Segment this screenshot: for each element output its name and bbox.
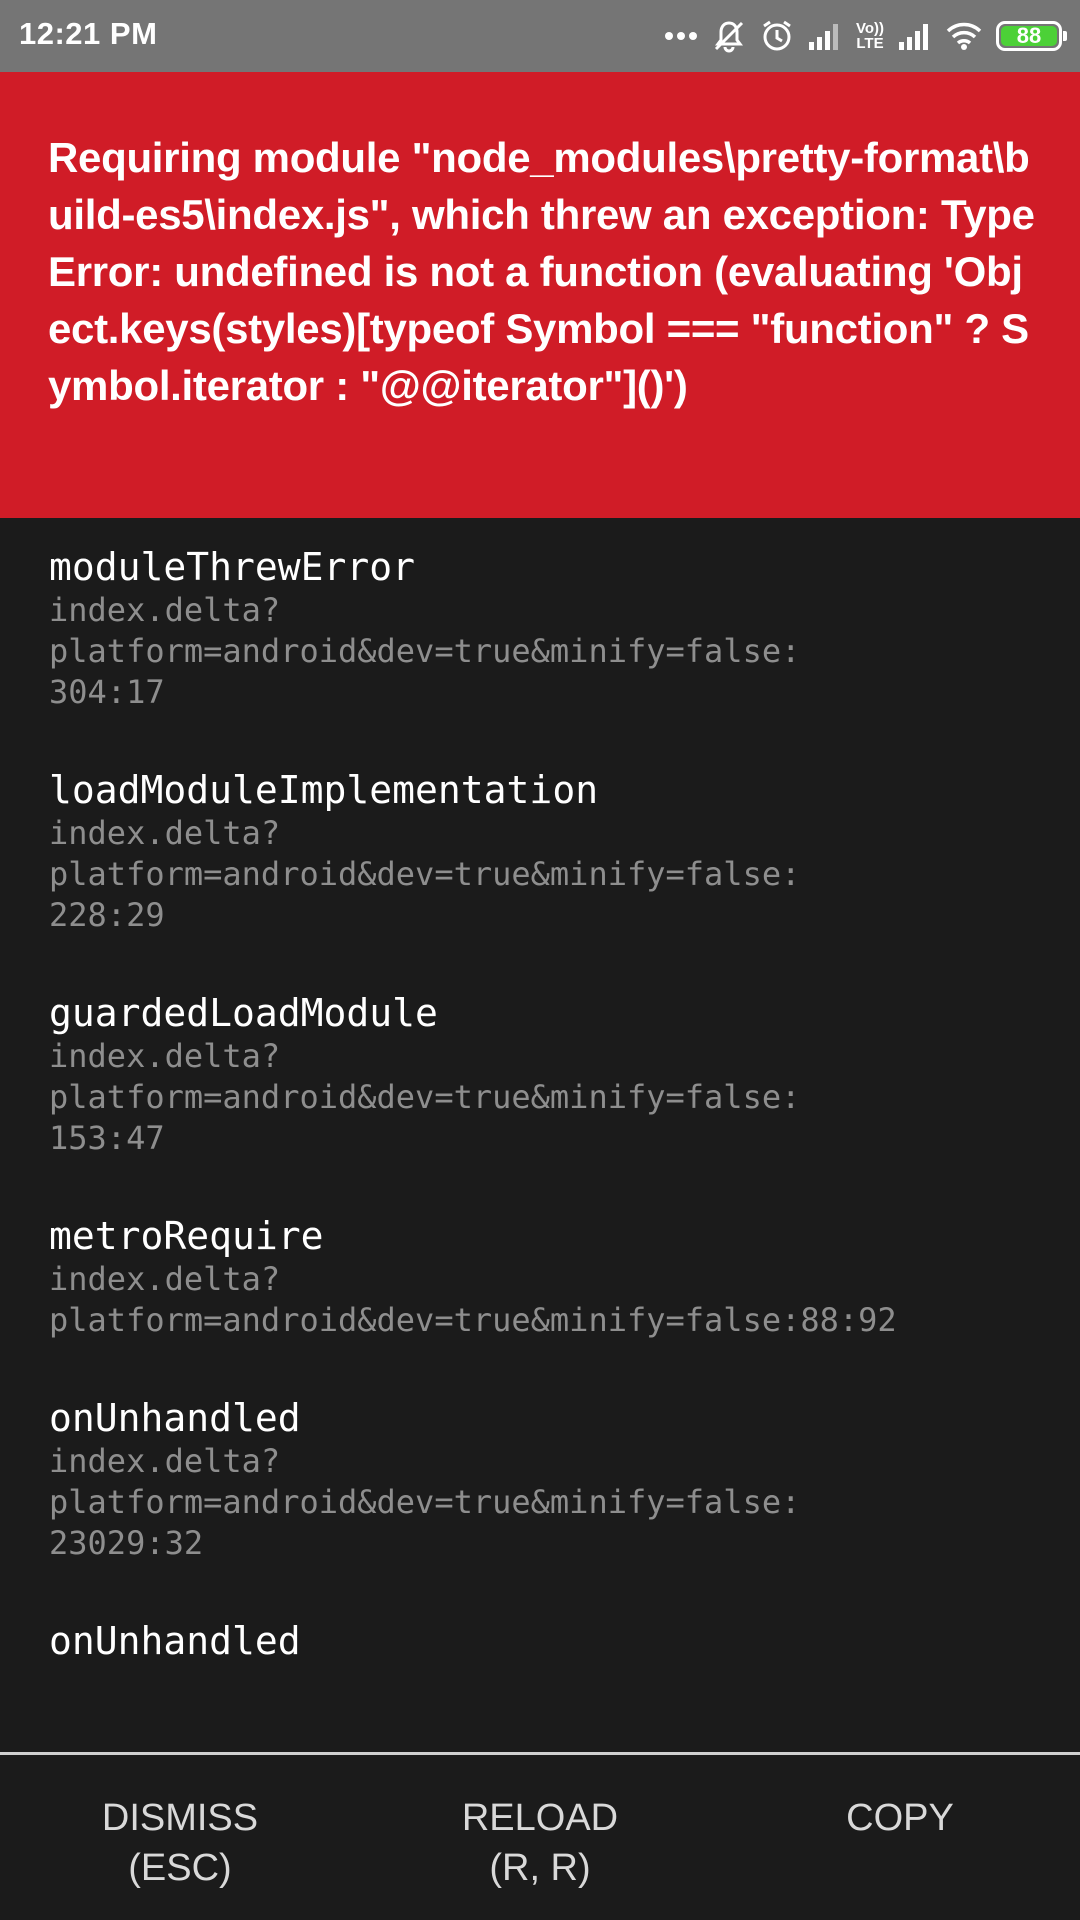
stack-frame-method: loadModuleImplementation — [49, 768, 599, 812]
error-header: Requiring module "node_modules\pretty-fo… — [0, 72, 1080, 518]
stack-frame-method: onUnhandled — [49, 1396, 301, 1440]
stack-frame-method: onUnhandled — [49, 1619, 301, 1663]
signal-icon — [898, 22, 932, 50]
stack-frame[interactable]: onUnhandled index.delta? platform=androi… — [49, 1395, 1040, 1564]
signal-icon — [808, 22, 842, 50]
reload-button[interactable]: RELOAD (R, R) — [360, 1755, 720, 1920]
alarm-icon — [760, 19, 794, 53]
stack-frame-method: metroRequire — [49, 1214, 324, 1258]
dismiss-button[interactable]: DISMISS (ESC) — [0, 1755, 360, 1920]
stack-frame-location: index.delta? platform=android&dev=true&m… — [49, 1442, 801, 1562]
stack-frame-method: moduleThrewError — [49, 545, 416, 589]
volte-label-top: Vo)) — [855, 20, 884, 37]
status-bar: 12:21 PM Vo)) LTE 88 — [0, 0, 1080, 72]
stack-frame[interactable]: onUnhandled — [49, 1618, 1040, 1664]
stack-frame[interactable]: guardedLoadModule index.delta? platform=… — [49, 990, 1040, 1159]
stack-frame-location: index.delta? platform=android&dev=true&m… — [49, 591, 801, 711]
volte-icon: Vo)) LTE — [856, 21, 884, 51]
wifi-icon — [946, 22, 982, 50]
error-message: Requiring module "node_modules\pretty-fo… — [48, 134, 1035, 409]
more-dots-icon — [664, 31, 698, 41]
notifications-off-icon — [712, 19, 746, 53]
stack-frame-location: index.delta? platform=android&dev=true&m… — [49, 814, 801, 934]
stack-frame-location: index.delta? platform=android&dev=true&m… — [49, 1260, 897, 1339]
stack-trace-list[interactable]: moduleThrewError index.delta? platform=a… — [0, 518, 1080, 1752]
battery-icon: 88 — [996, 21, 1067, 51]
copy-button[interactable]: COPY — [720, 1755, 1080, 1920]
stack-frame[interactable]: loadModuleImplementation index.delta? pl… — [49, 767, 1040, 936]
stack-frame[interactable]: moduleThrewError index.delta? platform=a… — [49, 544, 1040, 713]
volte-label-bottom: LTE — [856, 35, 884, 52]
action-button-bar: DISMISS (ESC) RELOAD (R, R) COPY — [0, 1752, 1080, 1920]
status-icons: Vo)) LTE 88 — [664, 14, 1067, 58]
stack-frame[interactable]: metroRequire index.delta? platform=andro… — [49, 1213, 1040, 1341]
status-time: 12:21 PM — [19, 16, 158, 51]
battery-level: 88 — [1001, 23, 1057, 48]
stack-frame-method: guardedLoadModule — [49, 991, 438, 1035]
stack-frame-location: index.delta? platform=android&dev=true&m… — [49, 1037, 801, 1157]
